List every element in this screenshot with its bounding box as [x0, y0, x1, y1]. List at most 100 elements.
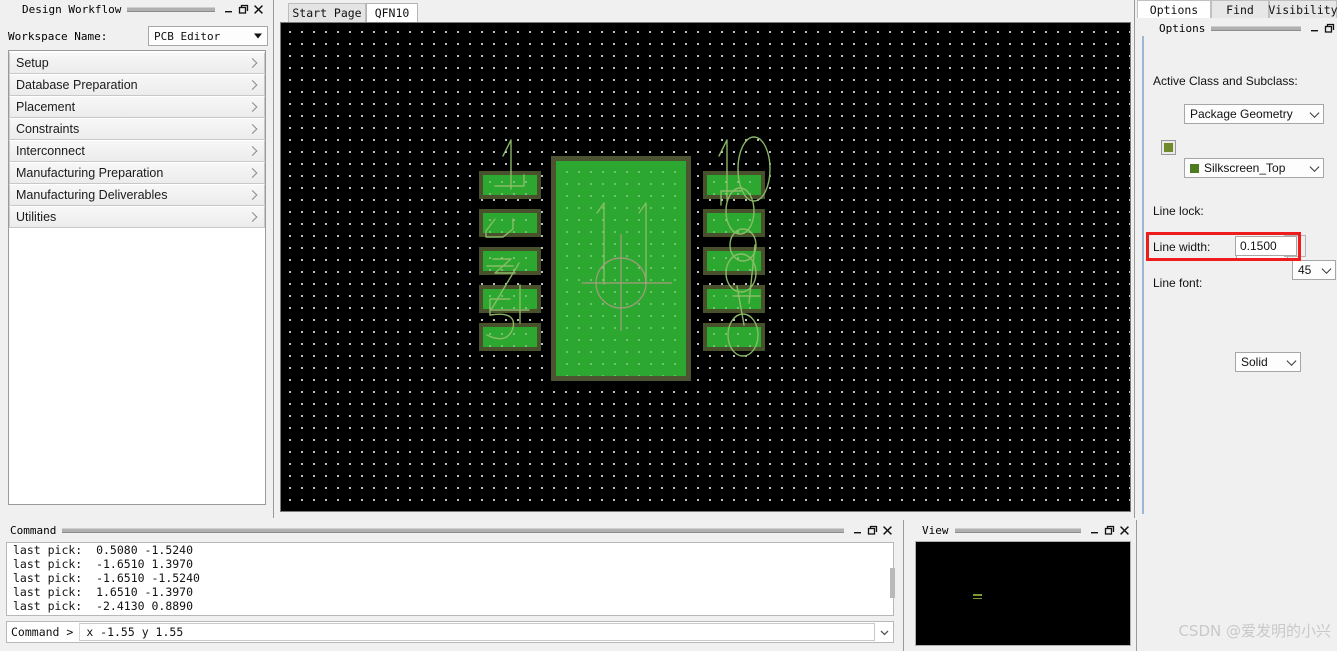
active-subclass-select[interactable]: Silkscreen_Top: [1184, 158, 1324, 178]
line-lock-label: Line lock:: [1153, 204, 1204, 218]
workflow-item-label: Constraints: [16, 122, 80, 136]
watermark: CSDN @爱发明的小兴: [1178, 622, 1331, 640]
line-width-input[interactable]: 0.1500: [1235, 236, 1297, 256]
restore-button[interactable]: [236, 2, 251, 16]
command-titlebar: Command: [10, 522, 895, 538]
active-class-select[interactable]: Package Geometry: [1184, 104, 1324, 124]
pad-pin-6[interactable]: [703, 323, 765, 351]
design-workflow-list: Setup Database Preparation Placement Constr…: [8, 50, 266, 505]
command-close-button[interactable]: [880, 523, 895, 537]
options-minimize-button[interactable]: [1307, 21, 1322, 35]
pad-pin-5[interactable]: [479, 323, 541, 351]
layer-color-swatch: [1164, 143, 1173, 152]
active-class-label: Active Class and Subclass:: [1153, 74, 1298, 88]
view-panel-divider[interactable]: [1136, 520, 1137, 651]
pad-pin-1[interactable]: [479, 171, 541, 199]
chevron-right-icon: [247, 58, 258, 68]
design-workflow-titlebar: Design Workflow: [22, 1, 266, 17]
pad-pin-9[interactable]: [703, 209, 765, 237]
pad-pin-10[interactable]: [703, 171, 765, 199]
workflow-item-placement[interactable]: Placement: [9, 96, 265, 118]
options-tab-visibility[interactable]: Visibility: [1268, 0, 1337, 18]
view-restore-button[interactable]: [1102, 523, 1117, 537]
view-titlebar: View: [922, 522, 1132, 538]
document-tab-start-page[interactable]: Start Page: [288, 3, 366, 22]
chevron-right-icon: [247, 168, 258, 178]
pad-pin-8[interactable]: [703, 247, 765, 275]
design-workflow-title: Design Workflow: [22, 2, 122, 16]
chevron-down-icon: [1309, 108, 1320, 118]
chevron-right-icon: [247, 124, 258, 134]
options-restore-button[interactable]: [1322, 21, 1337, 35]
minimize-button[interactable]: [221, 2, 236, 16]
workflow-item-setup[interactable]: Setup: [9, 52, 265, 74]
subclass-color-icon: [1190, 163, 1199, 173]
pad-pin-3[interactable]: [479, 247, 541, 275]
left-panel-divider[interactable]: [273, 0, 274, 518]
view-close-button[interactable]: [1117, 523, 1132, 537]
command-log-scrollbar[interactable]: [890, 568, 895, 598]
workspace-row: Workspace Name: PCB Editor: [8, 26, 268, 46]
command-log[interactable]: last pick: 0.5080 -1.5240 last pick: -1.6…: [6, 542, 894, 616]
chevron-right-icon: [247, 212, 258, 222]
view-minimize-button[interactable]: [1087, 523, 1102, 537]
titlebar-grip[interactable]: [127, 6, 215, 12]
options-tab-options[interactable]: Options: [1137, 0, 1211, 18]
workspace-name-select[interactable]: PCB Editor: [148, 26, 268, 46]
view-titlebar-grip[interactable]: [954, 527, 1081, 533]
workflow-item-interconnect[interactable]: Interconnect: [9, 140, 265, 162]
pad-pin-2[interactable]: [479, 209, 541, 237]
command-window-title: Command: [10, 523, 57, 537]
document-tab-qfn10[interactable]: QFN10: [366, 3, 418, 22]
layer-color-swatch-button[interactable]: [1161, 140, 1176, 155]
pcb-canvas[interactable]: [280, 22, 1131, 512]
workflow-item-label: Interconnect: [16, 144, 85, 158]
command-log-line: last pick: 1.6510 -1.3970: [13, 585, 194, 599]
workflow-item-manufacturing-preparation[interactable]: Manufacturing Preparation: [9, 162, 265, 184]
command-input-row: Command > x -1.55 y 1.55: [6, 621, 894, 643]
view-window: View: [908, 518, 1136, 651]
workflow-item-database-preparation[interactable]: Database Preparation: [9, 74, 265, 96]
command-prompt: Command >: [11, 625, 74, 639]
options-content: Active Class and Subclass: Package Geome…: [1142, 36, 1336, 514]
view-thumbnail[interactable]: [915, 541, 1131, 646]
design-workflow-panel: Design Workflow Workspace Name: PCB Edit…: [0, 0, 272, 518]
workspace-name-value: PCB Editor: [154, 29, 221, 43]
options-tab-find[interactable]: Find: [1211, 0, 1269, 18]
line-angle-value: 45: [1298, 263, 1312, 277]
chevron-down-icon: [1286, 356, 1297, 366]
right-panel-divider[interactable]: [1134, 0, 1135, 518]
workflow-item-constraints[interactable]: Constraints: [9, 118, 265, 140]
active-class-value: Package Geometry: [1190, 107, 1293, 121]
view-window-title: View: [922, 523, 949, 537]
view-footprint-marker: [973, 594, 982, 599]
options-tabstrip: Options Find Visibility: [1137, 0, 1337, 18]
command-restore-button[interactable]: [865, 523, 880, 537]
pad-pin-4[interactable]: [479, 285, 541, 313]
options-titlebar: Options: [1159, 20, 1337, 36]
command-input[interactable]: x -1.55 y 1.55: [79, 623, 875, 641]
command-history-dropdown[interactable]: [875, 622, 893, 642]
workflow-item-label: Setup: [16, 56, 49, 70]
pcb-editor-window: Design Workflow Workspace Name: PCB Edit…: [0, 0, 1337, 651]
close-button[interactable]: [251, 2, 266, 16]
command-log-line: last pick: -2.4130 0.8890: [13, 599, 194, 613]
command-titlebar-grip[interactable]: [62, 527, 844, 533]
pad-pin-7[interactable]: [703, 285, 765, 313]
chevron-right-icon: [247, 190, 258, 200]
workflow-item-utilities[interactable]: Utilities: [9, 206, 265, 228]
command-minimize-button[interactable]: [850, 523, 865, 537]
line-font-value: Solid: [1241, 355, 1268, 369]
workflow-item-manufacturing-deliverables[interactable]: Manufacturing Deliverables: [9, 184, 265, 206]
workflow-item-label: Placement: [16, 100, 76, 114]
active-subclass-value: Silkscreen_Top: [1204, 161, 1286, 175]
bottom-panel-divider[interactable]: [903, 520, 904, 651]
pad-pin-11-thermal[interactable]: [551, 156, 691, 381]
options-titlebar-grip[interactable]: [1211, 25, 1301, 31]
line-width-label: Line width:: [1153, 240, 1211, 254]
chevron-right-icon: [247, 80, 258, 90]
command-log-line: last pick: 0.5080 -1.5240: [13, 543, 194, 557]
line-font-select[interactable]: Solid: [1235, 352, 1301, 372]
command-window: Command last pick: 0.5080 -1.5240 last pi…: [0, 518, 905, 651]
line-angle-select[interactable]: 45: [1292, 260, 1336, 280]
